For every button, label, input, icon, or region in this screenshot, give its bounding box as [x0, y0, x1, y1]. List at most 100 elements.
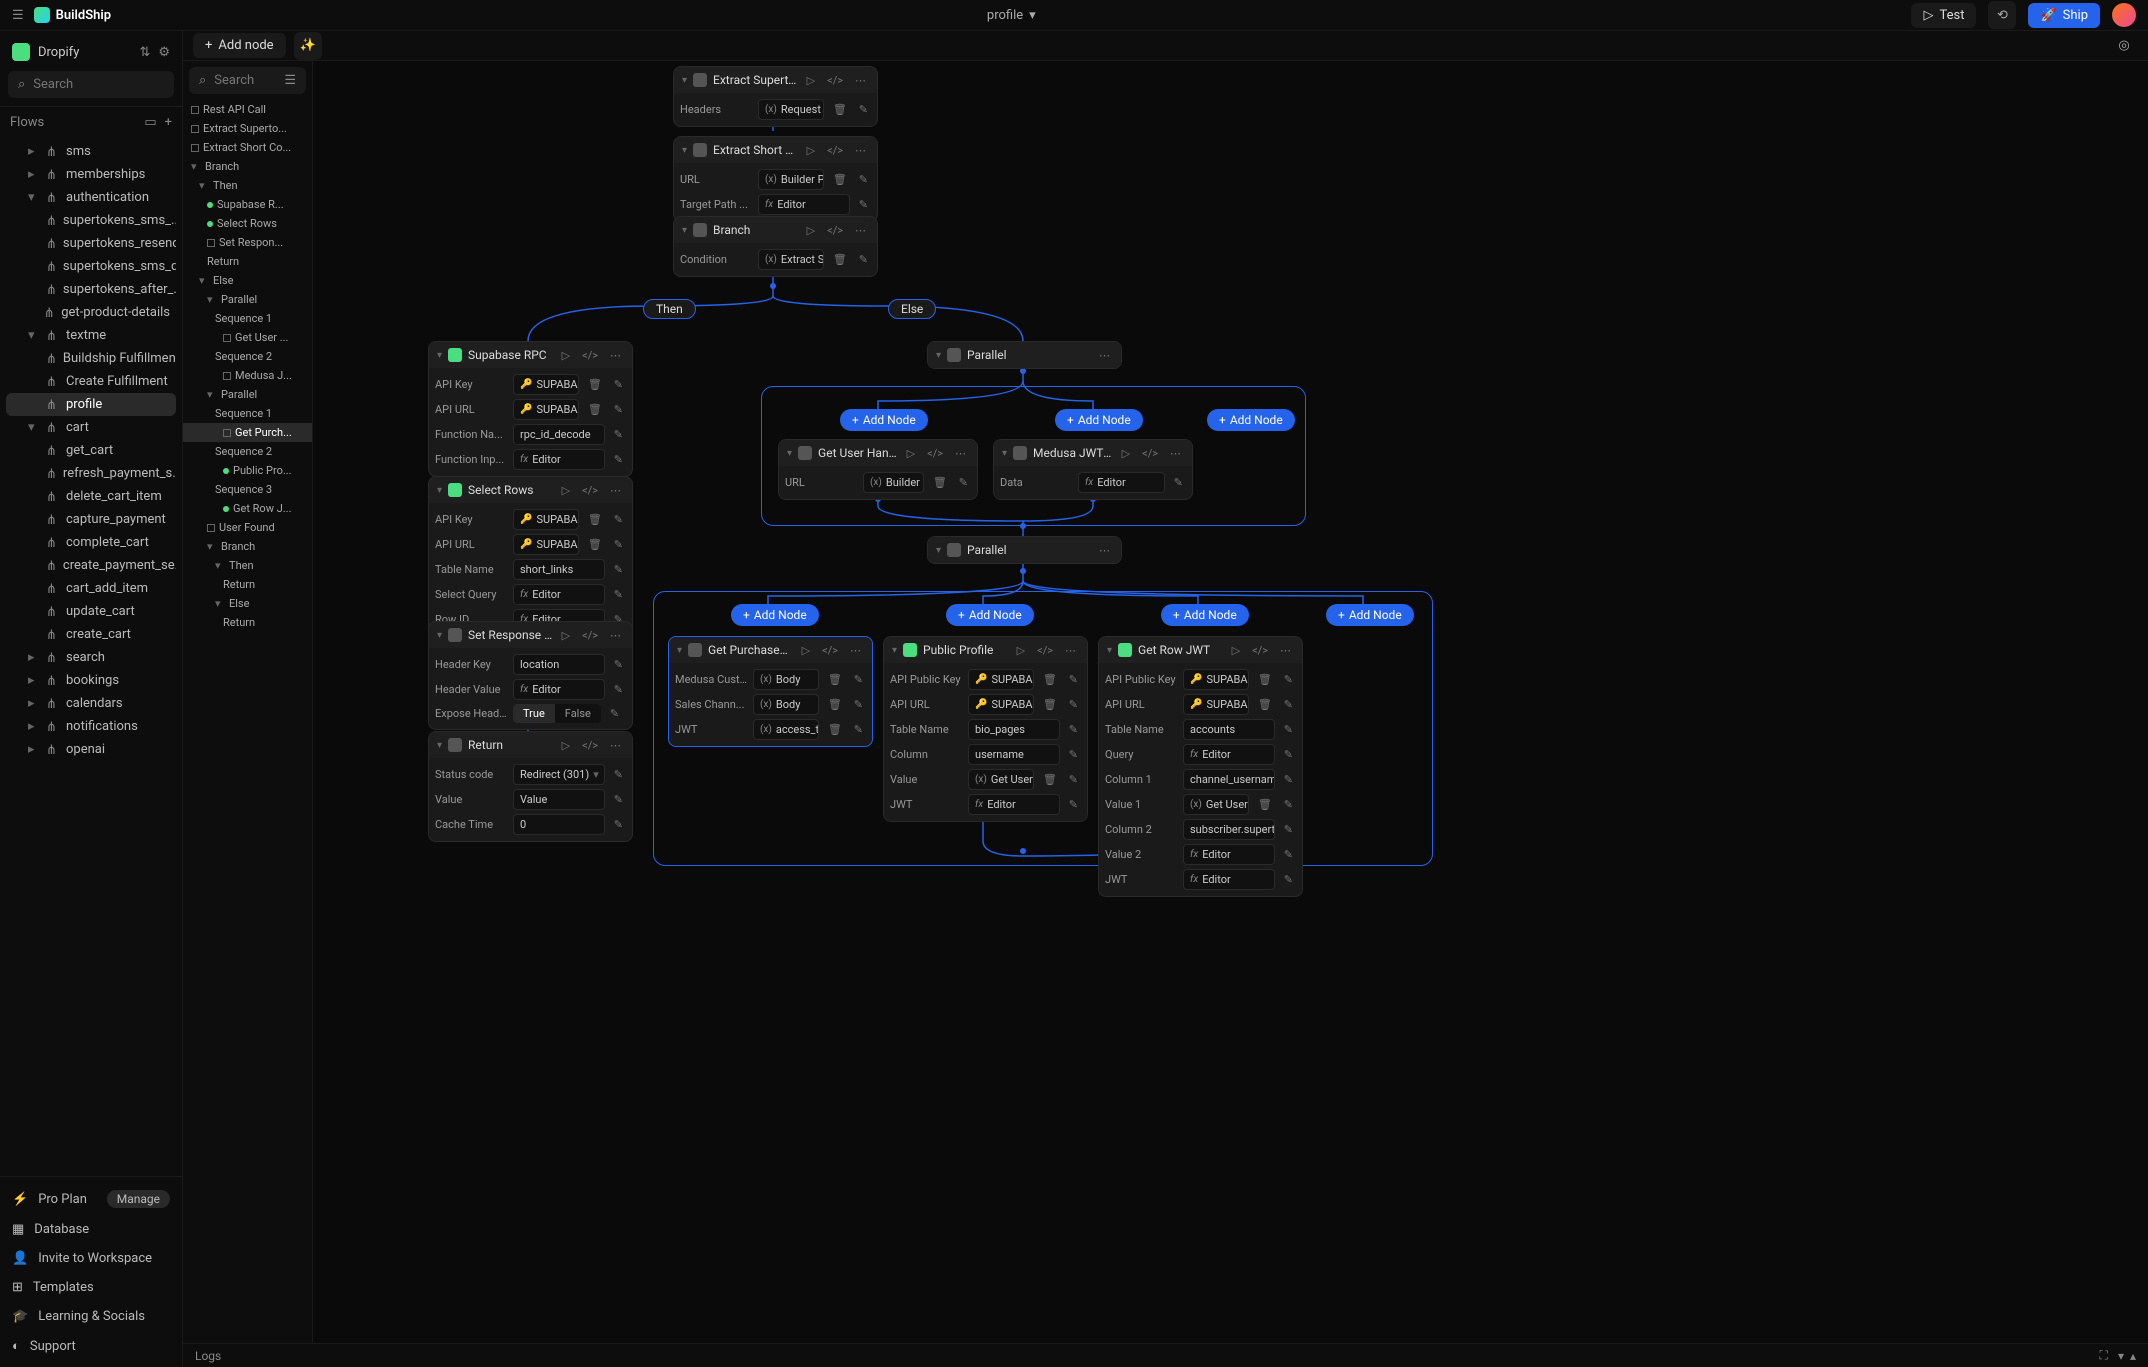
filter-icon[interactable]: ☰	[284, 73, 296, 88]
outline-then[interactable]: ▾Then	[183, 556, 312, 575]
edit-icon[interactable]: ✎	[851, 723, 866, 736]
edit-icon[interactable]: ✎	[1066, 798, 1081, 811]
edit-icon[interactable]: ✎	[1281, 823, 1296, 836]
outline-parallel[interactable]: ▾Parallel	[183, 290, 312, 309]
row-field[interactable]: (x)Get User Handle	[968, 769, 1034, 790]
sidebar-item-supertokens-after----[interactable]: ⋔supertokens_after_...	[6, 278, 176, 301]
outline-extract-short-co---[interactable]: Extract Short Co...	[183, 138, 312, 157]
outline-parallel[interactable]: ▾Parallel	[183, 385, 312, 404]
edit-icon[interactable]: ✎	[956, 476, 971, 489]
code-icon[interactable]: </>	[579, 629, 601, 642]
sidebar-invite-to-workspace[interactable]: 👤Invite to Workspace	[0, 1244, 182, 1273]
row-field[interactable]: 0	[513, 814, 605, 835]
sidebar-item-get-product-details[interactable]: ⋔get-product-details	[6, 301, 176, 324]
add-node-seq-a[interactable]: +Add Node	[731, 604, 819, 626]
search-input[interactable]	[33, 77, 199, 92]
row-field[interactable]: 🔑SUPABASE_T...	[968, 694, 1034, 715]
canvas[interactable]: Then Else ▾Extract Supertoken...▷</>⋯Hea…	[313, 61, 2148, 1343]
node-header[interactable]: ▾Supabase RPC▷</>⋯	[429, 342, 632, 368]
add-node-seq1-top[interactable]: +Add Node	[840, 409, 928, 431]
node-parallel-1[interactable]: ▾Parallel⋯	[927, 341, 1122, 369]
play-icon[interactable]: ▷	[904, 447, 918, 460]
trash-icon[interactable]: 🗑	[1255, 798, 1275, 811]
node-header[interactable]: ▾Medusa JWT Auth▷</>⋯	[994, 440, 1192, 466]
plus-icon[interactable]: +	[165, 115, 172, 130]
sidebar-item-textme[interactable]: ▾⋔textme	[6, 324, 176, 347]
sidebar-templates[interactable]: ⊞Templates	[0, 1273, 182, 1302]
node-header[interactable]: ▾Return▷</>⋯	[429, 732, 632, 758]
outline-sequence-1[interactable]: Sequence 1	[183, 309, 312, 328]
outline-get-purch---[interactable]: Get Purch...	[183, 423, 312, 442]
project-selector[interactable]: Dropify ⇅ ⚙	[8, 39, 174, 65]
node-extract-short-code[interactable]: ▾Extract Short Code▷</>⋯URL(x)Builder Pa…	[673, 136, 878, 222]
row-field[interactable]: rpc_id_decode	[513, 424, 605, 445]
edit-icon[interactable]: ✎	[1281, 698, 1296, 711]
outline-medusa-j---[interactable]: Medusa J...	[183, 366, 312, 385]
row-field[interactable]: fxEditor	[1078, 472, 1165, 493]
play-icon[interactable]: ▷	[559, 484, 573, 497]
edit-icon[interactable]: ✎	[611, 453, 626, 466]
code-icon[interactable]: </>	[1034, 644, 1056, 657]
edit-icon[interactable]: ✎	[856, 198, 871, 211]
row-field[interactable]: 🔑SUPABASE_TE...	[513, 399, 579, 420]
row-field[interactable]: (x)access_token	[753, 719, 819, 740]
trash-icon[interactable]: 🗑	[830, 103, 850, 116]
node-parallel-2[interactable]: ▾Parallel⋯	[927, 536, 1122, 564]
gear-icon[interactable]: ⚙	[158, 45, 170, 60]
edit-icon[interactable]: ✎	[611, 683, 626, 696]
node-header[interactable]: ▾Get Row JWT▷</>⋯	[1099, 637, 1302, 663]
row-field[interactable]: (x)Body	[753, 669, 819, 690]
logs-bar[interactable]: Logs ⛶ ▾ ▴	[183, 1343, 2148, 1367]
toggle[interactable]: TrueFalse	[513, 704, 601, 723]
more-icon[interactable]: ⋯	[852, 74, 869, 87]
edit-icon[interactable]: ✎	[611, 658, 626, 671]
outline-sequence-2[interactable]: Sequence 2	[183, 442, 312, 461]
trash-icon[interactable]: 🗑	[830, 173, 850, 186]
node-get-user-handle[interactable]: ▾Get User Handle▷</>⋯URL(x)Builder Page …	[778, 439, 978, 500]
row-field[interactable]: bio_pages	[968, 719, 1060, 740]
trash-icon[interactable]: 🗑	[930, 476, 950, 489]
trash-icon[interactable]: 🗑	[585, 513, 605, 526]
outline-else[interactable]: ▾Else	[183, 271, 312, 290]
more-icon[interactable]: ⋯	[607, 349, 624, 362]
code-icon[interactable]: </>	[1249, 644, 1271, 657]
outline-select-rows[interactable]: Select Rows	[183, 214, 312, 233]
sidebar-item-cart[interactable]: ▾⋔cart	[6, 416, 176, 439]
edit-icon[interactable]: ✎	[611, 588, 626, 601]
outline-sequence-3[interactable]: Sequence 3	[183, 480, 312, 499]
node-header[interactable]: ▾Get Purchased Items▷</>⋯	[669, 637, 872, 663]
edit-icon[interactable]: ✎	[851, 673, 866, 686]
expand-icon[interactable]: ⛶	[2100, 1348, 2108, 1363]
sidebar-item-cart-add-item[interactable]: ⋔cart_add_item	[6, 577, 176, 600]
row-field[interactable]: 🔑SUPABASE_TE...	[513, 534, 579, 555]
sidebar-item-search[interactable]: ▸⋔search	[6, 646, 176, 669]
row-field[interactable]: Redirect (301)▾	[513, 764, 605, 785]
code-icon[interactable]: </>	[819, 644, 841, 657]
outline-search[interactable]: ⌕ ☰	[189, 67, 306, 94]
edit-icon[interactable]: ✎	[1066, 748, 1081, 761]
chevron-down-icon[interactable]: ▾	[2118, 1349, 2124, 1363]
outline-get-user----[interactable]: Get User ...	[183, 328, 312, 347]
add-node-seq-c[interactable]: +Add Node	[1161, 604, 1249, 626]
code-icon[interactable]: </>	[924, 447, 946, 460]
more-icon[interactable]: ⋯	[852, 224, 869, 237]
play-icon[interactable]: ▷	[804, 74, 818, 87]
folder-icon[interactable]: ▭	[144, 115, 156, 130]
node-header[interactable]: ▾Get User Handle▷</>⋯	[779, 440, 977, 466]
row-field[interactable]: Value	[513, 789, 605, 810]
row-field[interactable]: accounts	[1183, 719, 1275, 740]
sidebar-search[interactable]: ⌕	[8, 71, 174, 98]
row-field[interactable]: (x)Request Head...	[758, 99, 824, 120]
code-icon[interactable]: </>	[579, 739, 601, 752]
play-icon[interactable]: ▷	[804, 224, 818, 237]
edit-icon[interactable]: ✎	[611, 428, 626, 441]
avatar[interactable]	[2112, 3, 2136, 27]
sort-icon[interactable]: ⇅	[139, 45, 150, 60]
play-icon[interactable]: ▷	[804, 144, 818, 157]
sidebar-item-calendars[interactable]: ▸⋔calendars	[6, 692, 176, 715]
row-field[interactable]: 🔑SUPABASE_TE...	[513, 374, 579, 395]
play-icon[interactable]: ▷	[1229, 644, 1243, 657]
edit-icon[interactable]: ✎	[611, 818, 626, 831]
code-icon[interactable]: </>	[579, 484, 601, 497]
trash-icon[interactable]: 🗑	[1040, 773, 1060, 786]
